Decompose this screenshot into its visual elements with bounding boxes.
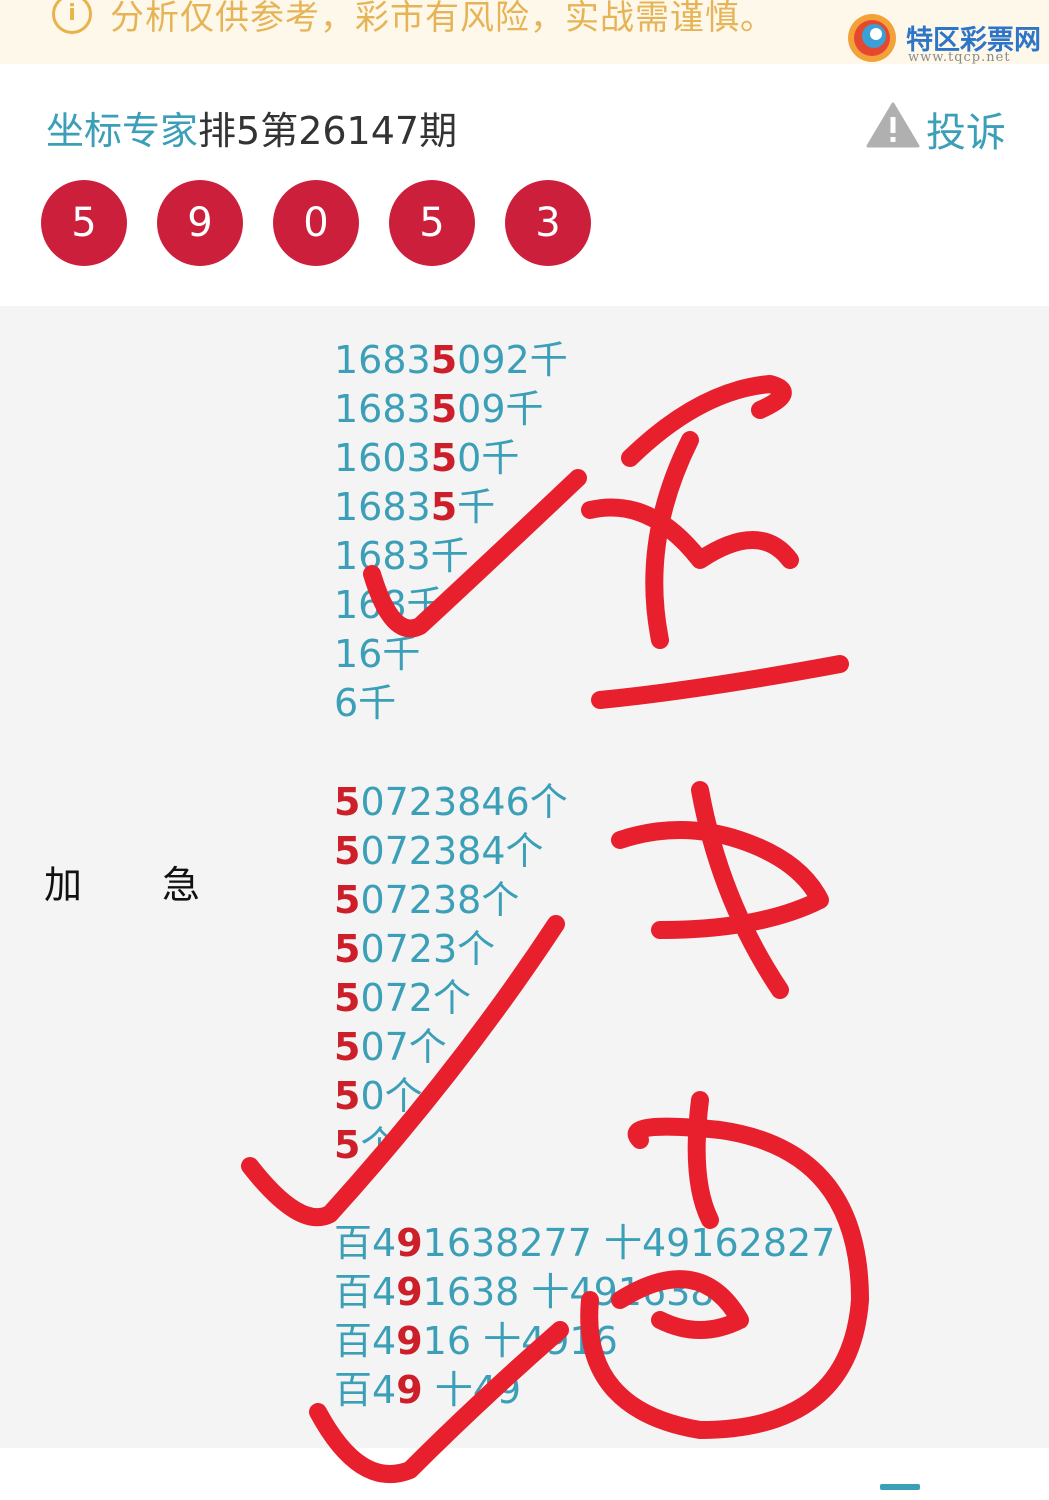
list-item: 百49 十49 (334, 1368, 522, 1412)
result-ball: 5 (41, 180, 127, 266)
footer-tab-indicator (880, 1484, 920, 1490)
units-list: 50723846个 5072384个 507238个 50723个 5072个 … (334, 778, 568, 1170)
hundreds-tens-list: 百491638277 十49162827 百491638 十491638 百49… (334, 1219, 835, 1415)
result-ball: 9 (157, 180, 243, 266)
list-item: 1683509千 (334, 387, 544, 431)
list-item: 5个 (334, 1123, 399, 1167)
post-title: 坐标专家排5第26147期 (46, 100, 457, 155)
list-item: 6千 (334, 681, 397, 725)
result-ball: 3 (505, 180, 591, 266)
list-item: 16千 (334, 632, 421, 676)
warning-icon (866, 102, 920, 148)
site-logo-icon (848, 14, 896, 62)
list-item: 百4916 十4916 (334, 1319, 618, 1363)
complain-label: 投诉 (926, 110, 1006, 156)
urgent-label: 加急 (44, 854, 200, 909)
urgent-label-left: 加 (44, 863, 83, 907)
list-item: 5072384个 (334, 829, 544, 873)
list-item: 1683千 (334, 534, 469, 578)
list-item: 168千 (334, 583, 445, 627)
info-icon: i (52, 0, 92, 34)
thousands-list: 16835092千 1683509千 160350千 16835千 1683千 … (334, 336, 568, 728)
list-item: 50723个 (334, 927, 496, 971)
list-item: 百491638277 十49162827 (334, 1221, 836, 1265)
list-item: 50723846个 (334, 780, 568, 824)
list-item: 160350千 (334, 436, 520, 480)
list-item: 50个 (334, 1074, 423, 1118)
list-item: 16835千 (334, 485, 496, 529)
result-ball: 5 (389, 180, 475, 266)
list-item: 507个 (334, 1025, 447, 1069)
footer-bar (0, 1448, 1049, 1500)
watermark-url: www.tqcp.net (908, 50, 1011, 65)
list-item: 5072个 (334, 976, 471, 1020)
issue-title: 排5第26147期 (198, 109, 458, 153)
expert-name-link[interactable]: 坐标专家 (46, 109, 198, 153)
notice-text: 分析仅供参考，彩市有风险，实战需谨慎。 (110, 0, 775, 38)
prediction-content: 加急 16835092千 1683509千 160350千 16835千 168… (0, 306, 1049, 1448)
list-item: 百491638 十491638 (334, 1270, 715, 1314)
list-item: 16835092千 (334, 338, 568, 382)
list-item: 507238个 (334, 878, 520, 922)
result-ball: 0 (273, 180, 359, 266)
post-header: 坐标专家排5第26147期 投诉 5 9 0 5 3 (0, 64, 1049, 304)
urgent-label-right: 急 (162, 863, 201, 907)
site-watermark: 特区彩票网 www.tqcp.net (846, 12, 1046, 68)
